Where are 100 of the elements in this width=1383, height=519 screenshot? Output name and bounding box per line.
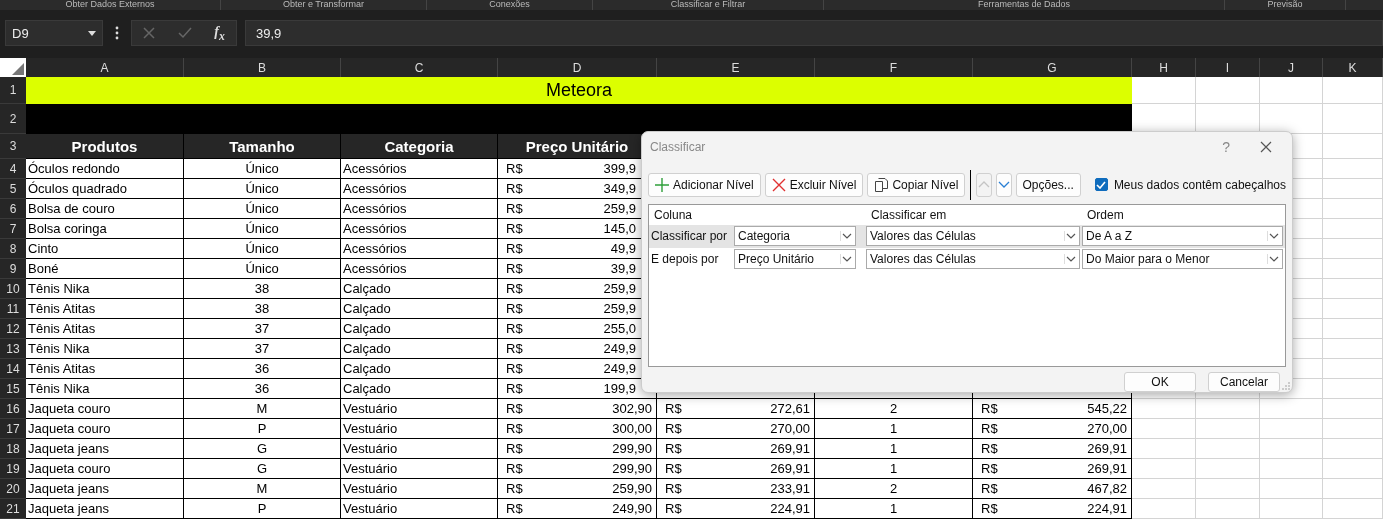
empty-cell[interactable] <box>1196 479 1260 499</box>
empty-cell[interactable] <box>1196 459 1260 479</box>
empty-cell[interactable] <box>1196 77 1260 104</box>
empty-cell[interactable] <box>1323 199 1383 219</box>
row-header[interactable]: 12 <box>0 319 26 339</box>
row-header[interactable]: 13 <box>0 339 26 359</box>
empty-cell[interactable] <box>1323 399 1383 419</box>
product-cell: Tênis Atitas <box>26 299 184 319</box>
checkbox[interactable] <box>1094 178 1108 192</box>
column-header[interactable]: E <box>657 58 815 77</box>
row-header[interactable]: 4 <box>0 159 26 179</box>
column-header[interactable]: F <box>815 58 973 77</box>
column-header[interactable]: H <box>1132 58 1196 77</box>
empty-cell[interactable] <box>1323 359 1383 379</box>
column-header[interactable]: C <box>341 58 498 77</box>
row-header[interactable]: 14 <box>0 359 26 379</box>
dropdown[interactable]: Valores das Células <box>866 249 1080 270</box>
empty-cell[interactable] <box>1196 419 1260 439</box>
empty-cell[interactable] <box>1323 379 1383 399</box>
dropdown[interactable]: Do Maior para o Menor <box>1082 249 1283 270</box>
empty-cell[interactable] <box>1323 419 1383 439</box>
row-header[interactable]: 19 <box>0 459 26 479</box>
empty-cell[interactable] <box>1323 299 1383 319</box>
toolbar-button[interactable]: Excluir Nível <box>764 172 864 197</box>
row-header[interactable]: 3 <box>0 134 26 159</box>
dropdown[interactable]: Preço Unitário <box>734 249 856 270</box>
empty-cell[interactable] <box>1323 159 1383 179</box>
empty-cell[interactable] <box>1132 499 1196 519</box>
row-header[interactable]: 10 <box>0 279 26 299</box>
empty-cell[interactable] <box>1323 319 1383 339</box>
dropdown[interactable]: De A a Z <box>1082 226 1283 247</box>
dialog-button[interactable]: Cancelar <box>1208 372 1280 392</box>
empty-cell[interactable] <box>1323 499 1383 519</box>
empty-cell[interactable] <box>1132 419 1196 439</box>
empty-cell[interactable] <box>1323 339 1383 359</box>
row-header[interactable]: 17 <box>0 419 26 439</box>
quantity-cell: 2 <box>889 481 898 496</box>
sort-level-row[interactable]: E depois por Preço Unitário Valores das Células Do Maior para o Menor <box>649 247 1285 271</box>
dropdown[interactable]: Valores das Células <box>866 226 1080 247</box>
column-header[interactable]: D <box>498 58 657 77</box>
column-header[interactable]: K <box>1323 58 1383 77</box>
empty-cell[interactable] <box>1132 439 1196 459</box>
close-icon[interactable] <box>1260 140 1272 153</box>
empty-cell[interactable] <box>1196 399 1260 419</box>
row-header[interactable]: 21 <box>0 499 26 519</box>
sort-level-row[interactable]: Classificar por Categoria Valores das Células De A a Z <box>649 224 1285 248</box>
empty-cell[interactable] <box>1260 499 1323 519</box>
row-header[interactable]: 11 <box>0 299 26 319</box>
empty-cell[interactable] <box>1196 499 1260 519</box>
empty-cell[interactable] <box>1323 279 1383 299</box>
row-header[interactable]: 2 <box>0 104 26 134</box>
name-box[interactable]: D9 <box>5 20 103 46</box>
empty-cell[interactable] <box>1260 459 1323 479</box>
empty-cell[interactable] <box>1196 439 1260 459</box>
empty-cell[interactable] <box>1260 479 1323 499</box>
empty-cell[interactable] <box>1323 219 1383 239</box>
toolbar-button[interactable]: Adicionar Nível <box>648 172 761 197</box>
empty-cell[interactable] <box>1323 459 1383 479</box>
empty-cell[interactable] <box>1323 134 1383 159</box>
row-header[interactable]: 16 <box>0 399 26 419</box>
options-button[interactable]: Opções... <box>1015 172 1081 197</box>
dropdown[interactable]: Categoria <box>734 226 856 247</box>
cancel-icon[interactable] <box>143 27 156 39</box>
amount: 399,9 <box>603 161 636 176</box>
row-header[interactable]: 1 <box>0 77 26 104</box>
column-header[interactable]: J <box>1260 58 1323 77</box>
insert-function-button[interactable]: f$_{x}$ <box>214 23 225 43</box>
empty-cell[interactable] <box>1323 479 1383 499</box>
move-down-button[interactable] <box>995 172 1012 197</box>
empty-cell[interactable] <box>1132 459 1196 479</box>
row-header[interactable]: 9 <box>0 259 26 279</box>
empty-cell[interactable] <box>1260 439 1323 459</box>
column-header[interactable]: A <box>26 58 184 77</box>
row-header[interactable]: 6 <box>0 199 26 219</box>
row-header[interactable]: 8 <box>0 239 26 259</box>
empty-cell[interactable] <box>1260 77 1323 104</box>
more-options-icon[interactable] <box>115 26 119 40</box>
empty-cell[interactable] <box>1323 77 1383 104</box>
dialog-button[interactable]: OK <box>1124 372 1196 392</box>
empty-cell[interactable] <box>1260 399 1323 419</box>
empty-cell[interactable] <box>1323 439 1383 459</box>
select-all-icon[interactable] <box>12 63 24 75</box>
empty-cell[interactable] <box>1260 419 1323 439</box>
row-header[interactable]: 18 <box>0 439 26 459</box>
column-header[interactable]: G <box>973 58 1132 77</box>
empty-cell[interactable] <box>1323 104 1383 134</box>
empty-cell[interactable] <box>1323 239 1383 259</box>
row-header[interactable]: 7 <box>0 219 26 239</box>
column-header[interactable]: B <box>184 58 341 77</box>
check-icon[interactable] <box>177 27 192 39</box>
formula-input[interactable]: 39,9 <box>245 20 1383 46</box>
row-header[interactable]: 5 <box>0 179 26 199</box>
toolbar-button[interactable]: Copiar Nível <box>867 172 966 197</box>
empty-cell[interactable] <box>1323 259 1383 279</box>
row-header[interactable]: 15 <box>0 379 26 399</box>
row-header[interactable]: 20 <box>0 479 26 499</box>
empty-cell[interactable] <box>1132 479 1196 499</box>
empty-cell[interactable] <box>1132 399 1196 419</box>
column-header[interactable]: I <box>1196 58 1260 77</box>
empty-cell[interactable] <box>1323 179 1383 199</box>
